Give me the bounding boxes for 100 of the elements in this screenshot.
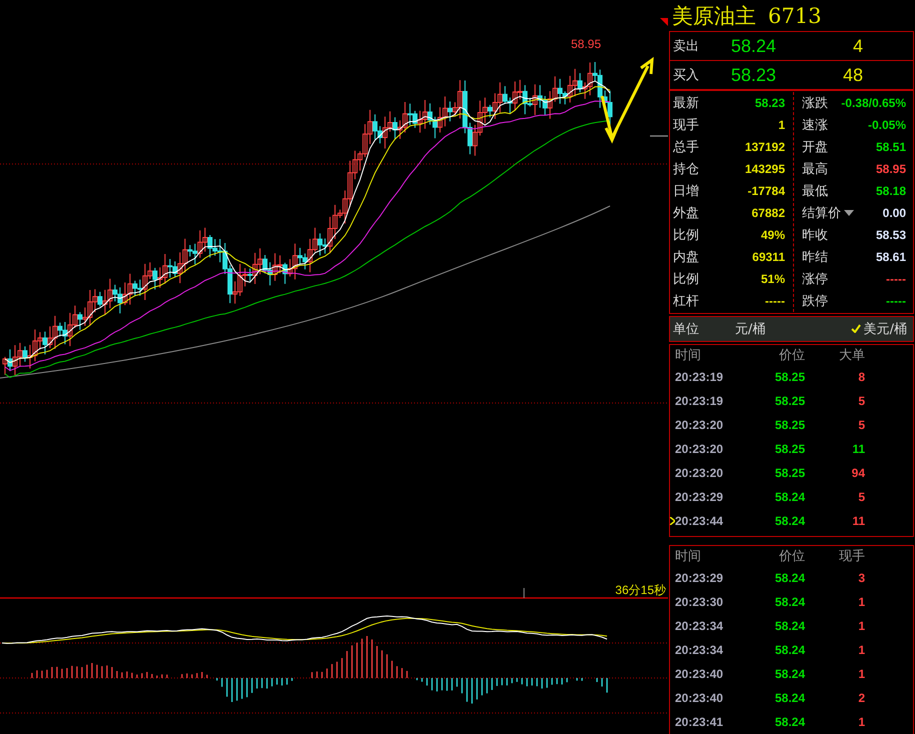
time-cell: 20:23:20 xyxy=(675,442,724,456)
stat-label: 开盘 xyxy=(802,139,828,156)
volume-cell-text: 11 xyxy=(851,442,865,456)
time-cell: 20:23:34 xyxy=(675,618,724,633)
stat-value: 137192 xyxy=(744,140,785,154)
volume-cell-text: 5 xyxy=(857,394,865,408)
time-cell: 20:23:29 xyxy=(675,570,724,585)
price-cell-text: 58.25 xyxy=(774,466,805,480)
stat-label: 昨收 xyxy=(802,227,828,244)
price-cell-text: 58.24 xyxy=(774,666,805,681)
check-icon[interactable] xyxy=(850,324,861,334)
stat-label: 持仓 xyxy=(673,161,699,178)
time-cell: 20:23:34 xyxy=(675,642,724,657)
stat-value: 58.23 xyxy=(754,96,785,110)
countdown-label: 36分15秒 xyxy=(615,583,666,597)
price-cell-text: 58.24 xyxy=(774,690,805,705)
column-header: 时间 xyxy=(674,346,702,364)
volume-cell-text: 1 xyxy=(857,618,865,633)
stat-label: 比例 xyxy=(673,271,699,288)
time-cell: 20:23:20 xyxy=(675,466,724,480)
stat-label: 比例 xyxy=(673,227,699,244)
stat-label: 结算价 xyxy=(802,205,841,222)
stat-value: 67882 xyxy=(752,206,785,220)
time-cell: 20:23:40 xyxy=(675,666,724,681)
time-cell: 20:23:19 xyxy=(675,394,724,408)
stat-label: 昨结 xyxy=(802,249,828,266)
price-cell-text: 58.24 xyxy=(774,570,805,585)
time-cell: 20:23:40 xyxy=(675,690,724,705)
stat-value: 143295 xyxy=(744,162,785,176)
price-cell-text: 58.24 xyxy=(774,642,805,657)
price-cell-text: 58.24 xyxy=(774,594,805,609)
stat-value: 0.00 xyxy=(882,206,906,220)
order-side-label: 卖出 xyxy=(672,38,700,56)
stat-label: 涨停 xyxy=(802,271,828,288)
stat-value: ----- xyxy=(886,294,906,308)
instrument-name: 美原油主 xyxy=(672,2,756,30)
stat-value: ----- xyxy=(886,272,906,286)
stat-label: 日增 xyxy=(673,183,699,200)
time-cell: 20:23:29 xyxy=(675,490,724,504)
volume-cell-text: 1 xyxy=(857,714,865,729)
column-header: 现手 xyxy=(838,548,865,565)
stat-label: 现手 xyxy=(673,117,699,134)
instrument-code: 6713 xyxy=(768,4,822,28)
volume-cell-text: 1 xyxy=(857,666,865,681)
volume-cell-text: 11 xyxy=(851,514,865,528)
price-cell-text: 58.25 xyxy=(774,370,805,384)
price-cell-text: 58.24 xyxy=(774,714,805,729)
corner-marker-icon xyxy=(660,18,668,26)
order-price: 58.24 xyxy=(731,36,778,57)
unit-option[interactable]: 美元/桶 xyxy=(864,320,907,338)
order-price: 58.23 xyxy=(731,64,778,86)
stat-value: 49% xyxy=(760,228,785,242)
stat-value: 58.18 xyxy=(876,184,906,198)
stat-label: 外盘 xyxy=(673,205,699,222)
stat-value: 58.53 xyxy=(876,228,906,242)
price-cell-text: 58.25 xyxy=(774,418,805,432)
stat-label: 内盘 xyxy=(673,249,699,266)
column-header: 价位 xyxy=(778,346,805,364)
stat-value: 69311 xyxy=(752,250,785,264)
stat-label: 总手 xyxy=(673,139,699,156)
stat-value: -0.05% xyxy=(868,118,906,132)
volume-cell-text: 5 xyxy=(857,418,865,432)
stat-label: 最高 xyxy=(802,161,828,178)
price-cell-text: 58.25 xyxy=(774,442,805,456)
column-header: 大单 xyxy=(838,346,865,364)
price-cell-text: 58.25 xyxy=(774,394,805,408)
unit-label: 单位 xyxy=(673,320,700,338)
stat-label: 最新 xyxy=(673,95,699,112)
stat-value: 58.51 xyxy=(876,140,906,154)
volume-cell-text: 1 xyxy=(857,594,865,609)
column-header: 时间 xyxy=(674,548,702,565)
time-cell: 20:23:41 xyxy=(675,714,724,729)
stat-value: 1 xyxy=(778,118,785,132)
volume-cell-text: 8 xyxy=(857,370,865,384)
order-volume: 48 xyxy=(842,64,863,86)
stat-label: 最低 xyxy=(802,183,828,200)
time-cell: 20:23:20 xyxy=(675,418,724,432)
unit-option[interactable]: 元/桶 xyxy=(735,320,766,338)
stat-value: 58.95 xyxy=(876,162,906,176)
column-header: 价位 xyxy=(778,548,805,565)
stat-value: 58.61 xyxy=(876,250,906,264)
stat-label: 速涨 xyxy=(802,117,828,134)
stat-value: -0.38/0.65% xyxy=(841,96,906,110)
volume-cell-text: 94 xyxy=(850,466,865,480)
stat-value: ----- xyxy=(765,294,785,308)
volume-cell-text: 3 xyxy=(857,570,865,585)
time-cell: 20:23:44 xyxy=(675,514,724,528)
stat-label: 涨跌 xyxy=(802,95,828,112)
high-price-label: 58.95 xyxy=(570,37,602,51)
order-volume: 4 xyxy=(852,36,863,57)
price-cell-text: 58.24 xyxy=(774,618,805,633)
order-side-label: 买入 xyxy=(672,67,700,84)
volume-cell-text: 5 xyxy=(857,490,865,504)
stat-value: 51% xyxy=(760,272,785,286)
dropdown-caret-icon[interactable] xyxy=(844,210,854,216)
stat-label: 杠杆 xyxy=(673,293,699,310)
stat-value: -17784 xyxy=(748,184,785,198)
stat-label: 跌停 xyxy=(802,293,828,310)
time-cell: 20:23:30 xyxy=(675,594,724,609)
volume-cell-text: 1 xyxy=(857,642,865,657)
